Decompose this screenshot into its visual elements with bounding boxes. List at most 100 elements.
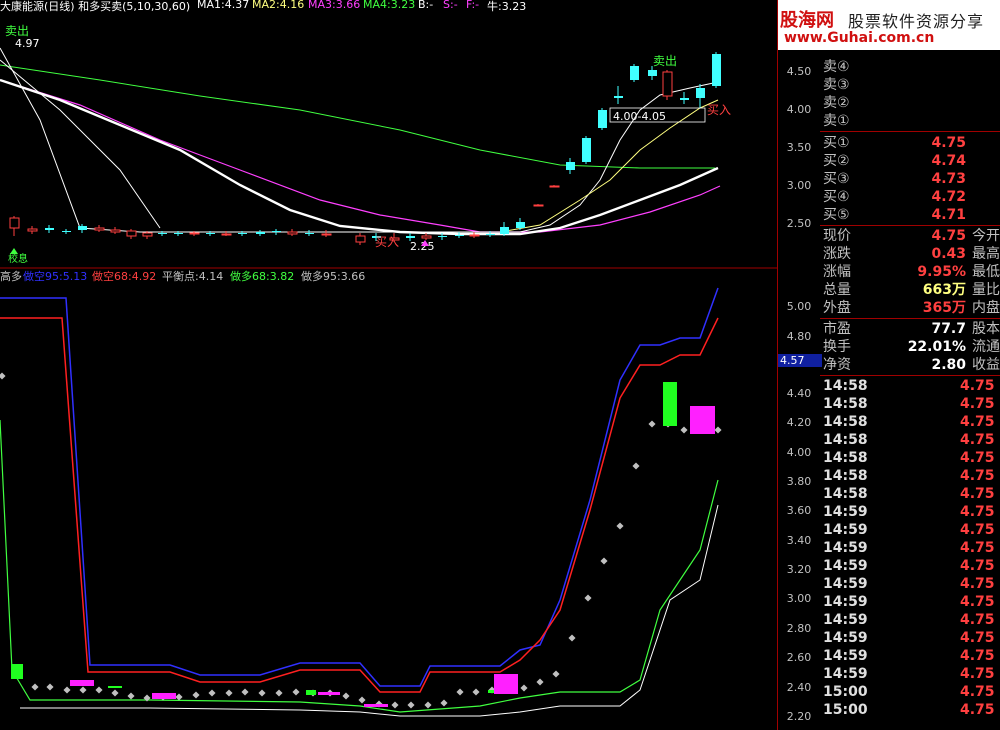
tick-row: 15:00 4.75 (820, 683, 1000, 701)
quote-label: 换手 (823, 339, 851, 355)
tick-time: 15:00 (823, 684, 868, 700)
quote-label: 现价 (823, 228, 851, 244)
tick-time: 14:59 (823, 558, 868, 574)
candle-body (287, 231, 298, 235)
bid-label: 买③ (823, 171, 850, 187)
bid-row: 买④ 4.72 (820, 188, 1000, 206)
bid-row: 买⑤ 4.71 (820, 206, 1000, 224)
bid-price: 4.72 (931, 189, 966, 205)
tick-price: 4.75 (960, 630, 995, 646)
tick-time: 14:59 (823, 648, 868, 664)
balance-dot (407, 701, 415, 709)
m-label: 牛:3.23 (487, 0, 527, 13)
tick-time: 14:59 (823, 612, 868, 628)
tick-price: 4.75 (960, 666, 995, 682)
balance-dot (568, 634, 576, 642)
tick-time: 14:58 (823, 396, 868, 412)
balance-dot (275, 689, 283, 697)
buy-signal-right: 买入 (707, 103, 731, 117)
signal-block (318, 692, 340, 695)
balance-dot (632, 462, 640, 470)
bid-label: 买④ (823, 189, 850, 205)
up-arrow-icon (10, 248, 18, 254)
bottom-axis-tick: 2.60 (786, 651, 812, 664)
tick-row: 14:59 4.75 (820, 539, 1000, 557)
balance-dot (192, 691, 200, 699)
balance-dot (536, 678, 544, 686)
tick-price: 4.75 (960, 540, 995, 556)
bid-price: 4.73 (931, 171, 966, 187)
balance-dot (584, 594, 592, 602)
signal-block (306, 690, 316, 695)
ask-label: 卖① (823, 113, 850, 129)
tick-price: 4.75 (960, 648, 995, 664)
quote-value: 22.01% (907, 339, 966, 355)
kline-chart[interactable]: 卖出 4.97 卖出 4.00-4.05 买入 买入 2.25 校息 (0, 0, 778, 730)
tick-row: 14:58 4.75 (820, 485, 1000, 503)
short-white-line (0, 59, 161, 229)
candle-body (206, 233, 215, 234)
tick-price: 4.75 (960, 612, 995, 628)
candle-body (110, 229, 121, 233)
tick-row: 14:58 4.75 (820, 431, 1000, 449)
long95-white-line (20, 504, 719, 717)
quote-row: 现价 4.75 今开 (820, 227, 1000, 245)
tick-row: 14:58 4.75 (820, 377, 1000, 395)
tick-price: 4.75 (960, 558, 995, 574)
tick-price: 4.75 (960, 468, 995, 484)
long68-label: 做多68:3.82 (230, 270, 295, 283)
top-axis-tick: 3.50 (786, 141, 812, 154)
kline-chart-area[interactable]: 卖出 4.97 卖出 4.00-4.05 买入 买入 2.25 校息 大康能源(… (0, 0, 778, 730)
balance-dot (424, 701, 432, 709)
quote-tail-label: 今开 (972, 228, 1000, 244)
quote-label: 总量 (823, 282, 851, 298)
ask-label: 卖③ (823, 77, 850, 93)
balance-dot (46, 683, 54, 691)
quote-row: 涨幅 9.95% 最低 (820, 263, 1000, 281)
tick-row: 14:59 4.75 (820, 557, 1000, 575)
candle-body (27, 228, 38, 232)
candle-body (256, 232, 265, 234)
candle-body (549, 185, 560, 188)
candle-body (221, 233, 232, 236)
quote-label: 涨幅 (823, 264, 851, 280)
ma4-label: MA4:3.23 (363, 0, 416, 11)
candle-body (62, 231, 71, 232)
quote-tail-label: 流通 (972, 339, 1000, 355)
signal-block (494, 674, 518, 694)
top-axis-tick: 4.00 (786, 103, 812, 116)
balance-dot (472, 688, 480, 696)
tick-time: 14:59 (823, 576, 868, 592)
candle-body (582, 138, 591, 162)
bottom-axis-tick: 2.40 (786, 681, 812, 694)
balance-dot (600, 557, 608, 565)
quote-panel: 卖④ 卖③ 卖② 卖① 买① 4.75 买② 4.74 买③ 4.73 买④ 4.72 买⑤ 4.71 现价… (820, 0, 1000, 730)
candle-body (614, 96, 623, 98)
tick-row: 14:59 4.75 (820, 593, 1000, 611)
candle-body (272, 231, 281, 232)
quote-value: 365万 (922, 300, 966, 316)
bottom-axis-tick: 3.00 (786, 592, 812, 605)
candle-body (78, 226, 87, 230)
candle-body (696, 88, 705, 98)
signal-block (663, 382, 677, 426)
tick-row: 14:59 4.75 (820, 575, 1000, 593)
candle-body (321, 233, 332, 236)
quote-tail-label: 量比 (972, 282, 1000, 298)
balance-dot (391, 701, 399, 709)
quote-value: 77.7 (931, 321, 966, 337)
candle-body (662, 71, 673, 97)
tick-time: 14:59 (823, 522, 868, 538)
candle-body (680, 98, 689, 100)
tick-price: 4.75 (960, 414, 995, 430)
balance-dot (127, 692, 135, 700)
candle-body (406, 236, 415, 238)
quote-value: 2.80 (931, 357, 966, 373)
tick-price: 4.75 (960, 486, 995, 502)
tick-row: 14:59 4.75 (820, 647, 1000, 665)
candle-body (566, 162, 575, 170)
ma2-label: MA2:4.16 (252, 0, 305, 11)
buy-signal-left: 买入 (375, 235, 399, 249)
high-price-label: 4.97 (15, 37, 40, 50)
tick-price: 4.75 (960, 594, 995, 610)
